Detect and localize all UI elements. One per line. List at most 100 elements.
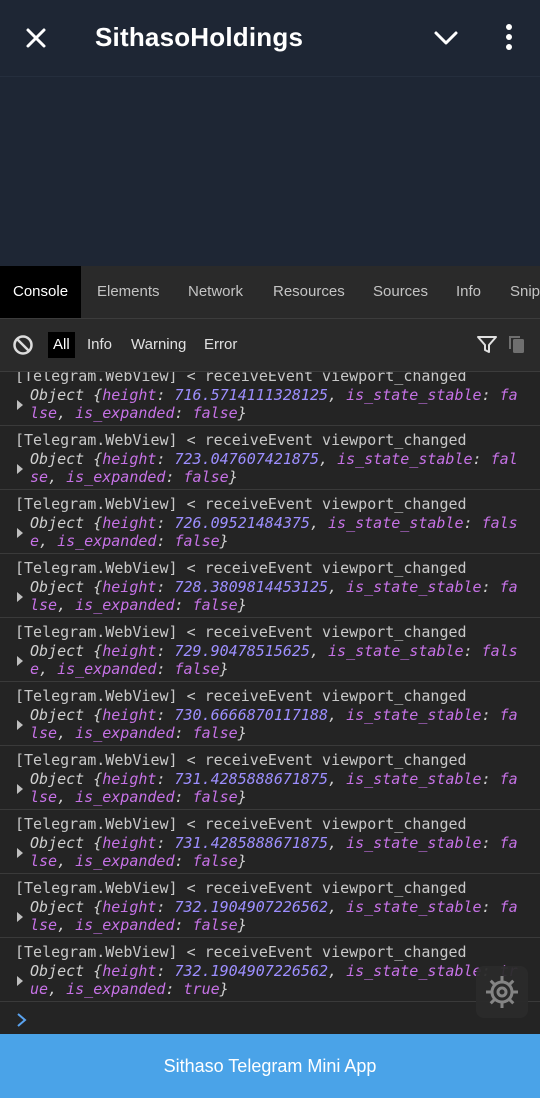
log-key: height: [102, 769, 157, 788]
log-punct: Object {: [30, 577, 103, 596]
log-entry: [Telegram.WebView] < receiveEvent viewpo…: [0, 874, 540, 938]
expand-triangle-icon[interactable]: [17, 400, 23, 410]
log-punct: :: [165, 468, 184, 486]
tab-sources[interactable]: Sources: [373, 266, 428, 318]
log-value: 732.1904907226562: [174, 961, 329, 980]
more-vertical-icon[interactable]: [498, 22, 520, 52]
log-key: is_expanded: [75, 596, 175, 614]
log-entry-object[interactable]: Object {height: 723.047607421875, is_sta…: [30, 450, 525, 487]
log-entry: [Telegram.WebView] < receiveEvent viewpo…: [0, 746, 540, 810]
log-entry: [Telegram.WebView] < receiveEvent viewpo…: [0, 490, 540, 554]
log-punct: Object {: [30, 385, 103, 404]
log-punct: ,: [57, 916, 76, 934]
copy-icon[interactable]: [508, 335, 526, 355]
tab-info[interactable]: Info: [456, 266, 481, 318]
log-punct: }: [237, 852, 247, 870]
log-punct: Object {: [30, 769, 103, 788]
log-entry-object[interactable]: Object {height: 730.6666870117188, is_st…: [30, 706, 525, 743]
expand-triangle-icon[interactable]: [17, 784, 23, 794]
log-punct: ,: [328, 961, 347, 980]
log-punct: :: [156, 532, 175, 550]
log-punct: }: [237, 916, 247, 934]
close-icon[interactable]: [20, 22, 52, 54]
log-punct: }: [219, 532, 229, 550]
log-entry-object[interactable]: Object {height: 728.3809814453125, is_st…: [30, 578, 525, 615]
console-toolbar: All Info Warning Error: [0, 319, 540, 372]
log-entry-source: [Telegram.WebView] < receiveEvent viewpo…: [15, 879, 467, 897]
main-app-button[interactable]: Sithaso Telegram Mini App: [0, 1034, 540, 1098]
log-punct: }: [237, 596, 247, 614]
log-key: height: [102, 577, 157, 596]
log-key: height: [102, 513, 157, 532]
header: SithasoHoldings: [0, 0, 540, 77]
log-entry-source: [Telegram.WebView] < receiveEvent viewpo…: [15, 943, 467, 961]
tab-snippets[interactable]: Snip: [510, 266, 540, 318]
log-punct: :: [481, 897, 500, 916]
log-key: is_state_stable: [346, 385, 482, 404]
log-entry-object[interactable]: Object {height: 729.90478515625, is_stat…: [30, 642, 525, 679]
filter-all[interactable]: All: [48, 332, 75, 358]
log-key: is_state_stable: [328, 513, 464, 532]
log-punct: ,: [328, 385, 347, 404]
console-log: [Telegram.WebView] < receiveEvent viewpo…: [0, 372, 540, 1004]
log-entry-object[interactable]: Object {height: 726.09521484375, is_stat…: [30, 514, 525, 551]
expand-triangle-icon[interactable]: [17, 912, 23, 922]
log-value: 732.1904907226562: [174, 897, 329, 916]
log-punct: ,: [57, 596, 76, 614]
log-key: is_expanded: [75, 916, 175, 934]
log-key: is_expanded: [75, 404, 175, 422]
log-punct: :: [174, 404, 193, 422]
log-punct: :: [156, 385, 175, 404]
log-key: height: [102, 705, 157, 724]
log-entry-object[interactable]: Object {height: 716.5714111328125, is_st…: [30, 386, 525, 423]
log-value: false: [192, 596, 238, 614]
tab-console[interactable]: Console: [0, 266, 82, 318]
log-entry-source: [Telegram.WebView] < receiveEvent viewpo…: [15, 623, 467, 641]
log-punct: ,: [39, 532, 58, 550]
tab-network[interactable]: Network: [188, 266, 243, 318]
filter-warning[interactable]: Warning: [131, 332, 186, 358]
log-punct: }: [237, 404, 247, 422]
log-key: is_state_stable: [346, 897, 482, 916]
log-key: height: [102, 961, 157, 980]
filter-error[interactable]: Error: [204, 332, 237, 358]
expand-triangle-icon[interactable]: [17, 976, 23, 986]
filter-icon[interactable]: [476, 335, 498, 355]
settings-button[interactable]: [476, 966, 528, 1018]
log-punct: }: [228, 468, 238, 486]
log-key: is_expanded: [66, 468, 166, 486]
log-punct: Object {: [30, 961, 103, 980]
clear-console-icon[interactable]: [12, 334, 34, 356]
console-prompt-icon[interactable]: [14, 1012, 30, 1028]
expand-triangle-icon[interactable]: [17, 592, 23, 602]
log-punct: Object {: [30, 705, 103, 724]
log-entry-object[interactable]: Object {height: 732.1904907226562, is_st…: [30, 898, 525, 935]
log-value: false: [192, 916, 238, 934]
expand-triangle-icon[interactable]: [17, 720, 23, 730]
log-punct: ,: [57, 788, 76, 806]
log-punct: :: [481, 705, 500, 724]
log-punct: }: [219, 980, 229, 998]
filter-info[interactable]: Info: [87, 332, 112, 358]
log-punct: ,: [57, 724, 76, 742]
expand-triangle-icon[interactable]: [17, 848, 23, 858]
expand-triangle-icon[interactable]: [17, 656, 23, 666]
tab-resources[interactable]: Resources: [273, 266, 345, 318]
log-value: false: [192, 724, 238, 742]
expand-triangle-icon[interactable]: [17, 464, 23, 474]
chevron-down-icon[interactable]: [432, 26, 460, 50]
devtools-tabs: Console Elements Network Resources Sourc…: [0, 266, 540, 319]
log-entry-object[interactable]: Object {height: 732.1904907226562, is_st…: [30, 962, 525, 999]
log-punct: :: [174, 788, 193, 806]
log-key: height: [102, 385, 157, 404]
log-punct: :: [156, 833, 175, 852]
log-entry: [Telegram.WebView] < receiveEvent viewpo…: [0, 682, 540, 746]
log-punct: :: [156, 513, 175, 532]
log-value: false: [174, 660, 220, 678]
log-entry-object[interactable]: Object {height: 731.4285888671875, is_st…: [30, 770, 525, 807]
expand-triangle-icon[interactable]: [17, 528, 23, 538]
tab-elements[interactable]: Elements: [97, 266, 160, 318]
devtools-panel: Console Elements Network Resources Sourc…: [0, 266, 540, 1034]
log-entry-source: [Telegram.WebView] < receiveEvent viewpo…: [15, 815, 467, 833]
log-entry-object[interactable]: Object {height: 731.4285888671875, is_st…: [30, 834, 525, 871]
